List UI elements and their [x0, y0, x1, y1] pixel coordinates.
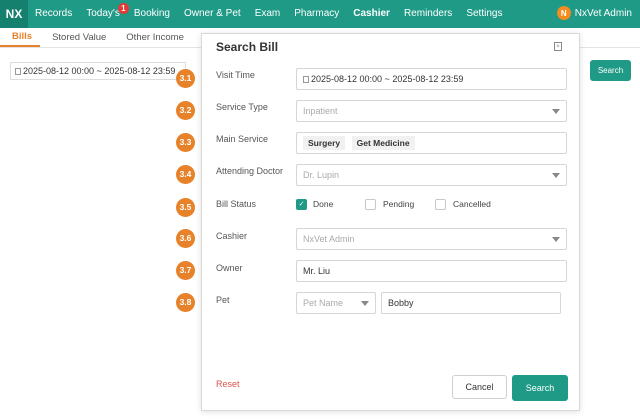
attending-doctor-select[interactable]: Dr. Lupin: [296, 164, 567, 186]
close-icon[interactable]: ×: [554, 42, 562, 51]
pet-value: Bobby: [388, 298, 414, 308]
cashier-select[interactable]: NxVet Admin: [296, 228, 567, 250]
search-bill-dialog: Search Bill × Visit Time 2025-08-12 00:0…: [201, 33, 580, 411]
calendar-icon: [303, 76, 309, 83]
nav-item-settings[interactable]: Settings: [459, 0, 509, 28]
nav-item-cashier[interactable]: Cashier: [346, 0, 397, 28]
step-marker: 3.5: [176, 198, 195, 217]
chevron-down-icon: [552, 237, 560, 242]
pending-label: Pending: [383, 199, 415, 209]
nav-item-todays-label: Today's: [86, 8, 120, 19]
nav-item-records[interactable]: Records: [28, 0, 79, 28]
dialog-title: Search Bill: [216, 40, 279, 54]
chevron-down-icon: [552, 173, 560, 178]
tab-bills[interactable]: Bills: [0, 31, 41, 47]
tab-other-income[interactable]: Other Income: [114, 32, 192, 47]
nav-item-pharmacy[interactable]: Pharmacy: [287, 0, 346, 28]
attending-doctor-label: Attending Doctor: [216, 166, 284, 176]
nav-item-todays[interactable]: Today's 1: [79, 0, 129, 28]
done-checkbox[interactable]: ✓: [296, 199, 307, 210]
service-type-placeholder: Inpatient: [303, 106, 338, 116]
cashier-placeholder: NxVet Admin: [303, 234, 355, 244]
visit-time-label: Visit Time: [216, 70, 255, 80]
step-marker: 3.7: [176, 261, 195, 280]
chevron-down-icon: [361, 301, 369, 306]
user-name: NxVet Admin: [574, 7, 632, 19]
main-service-select[interactable]: Surgery Get Medicine: [296, 132, 567, 154]
service-tag[interactable]: Surgery: [303, 136, 346, 150]
app-logo[interactable]: NX: [0, 0, 28, 28]
top-nav: NX Records Today's 1 Booking Owner & Pet…: [0, 0, 640, 28]
avatar: N: [556, 6, 571, 20]
service-tag[interactable]: Get Medicine: [351, 136, 415, 150]
user-menu[interactable]: N NxVet Admin: [556, 6, 632, 20]
step-marker: 3.2: [176, 101, 195, 120]
step-marker: 3.6: [176, 229, 195, 248]
owner-value: Mr. Liu: [303, 266, 331, 276]
nav-item-exam[interactable]: Exam: [248, 0, 288, 28]
owner-input[interactable]: Mr. Liu: [296, 260, 567, 282]
pet-input[interactable]: Bobby: [381, 292, 561, 314]
service-type-select[interactable]: Inpatient: [296, 100, 567, 122]
nav-item-owner-pet[interactable]: Owner & Pet: [177, 0, 248, 28]
visit-time-input[interactable]: 2025-08-12 00:00 ~ 2025-08-12 23:59: [296, 68, 567, 90]
attending-doctor-placeholder: Dr. Lupin: [303, 170, 340, 180]
chevron-down-icon: [552, 109, 560, 114]
done-label: Done: [313, 199, 334, 209]
service-type-label: Service Type: [216, 102, 268, 112]
date-range-value: 2025-08-12 00:00 ~ 2025-08-12 23:59: [23, 66, 176, 76]
visit-time-value: 2025-08-12 00:00 ~ 2025-08-12 23:59: [311, 74, 464, 84]
search-button[interactable]: Search: [512, 375, 568, 401]
page-search-button[interactable]: Search: [590, 60, 631, 81]
step-marker: 3.4: [176, 165, 195, 184]
reset-link[interactable]: Reset: [216, 379, 240, 389]
step-marker: 3.3: [176, 133, 195, 152]
pending-checkbox[interactable]: [365, 199, 376, 210]
cancel-button[interactable]: Cancel: [452, 375, 507, 399]
calendar-icon: [15, 68, 21, 75]
cashier-label: Cashier: [216, 231, 248, 241]
step-marker: 3.8: [176, 293, 195, 312]
nav-item-booking[interactable]: Booking: [127, 0, 177, 28]
cancelled-checkbox[interactable]: [435, 199, 446, 210]
nav-item-reminders[interactable]: Reminders: [397, 0, 459, 28]
step-marker: 3.1: [176, 69, 195, 88]
tab-stored-value[interactable]: Stored Value: [40, 32, 114, 47]
cancelled-label: Cancelled: [453, 199, 491, 209]
pet-field-select[interactable]: Pet Name: [296, 292, 376, 314]
main-service-label: Main Service: [216, 134, 269, 144]
owner-label: Owner: [216, 263, 243, 273]
pet-label: Pet: [216, 295, 230, 305]
date-range-input[interactable]: 2025-08-12 00:00 ~ 2025-08-12 23:59: [10, 62, 186, 80]
bill-status-label: Bill Status: [216, 199, 257, 209]
pet-select-placeholder: Pet Name: [303, 298, 344, 308]
